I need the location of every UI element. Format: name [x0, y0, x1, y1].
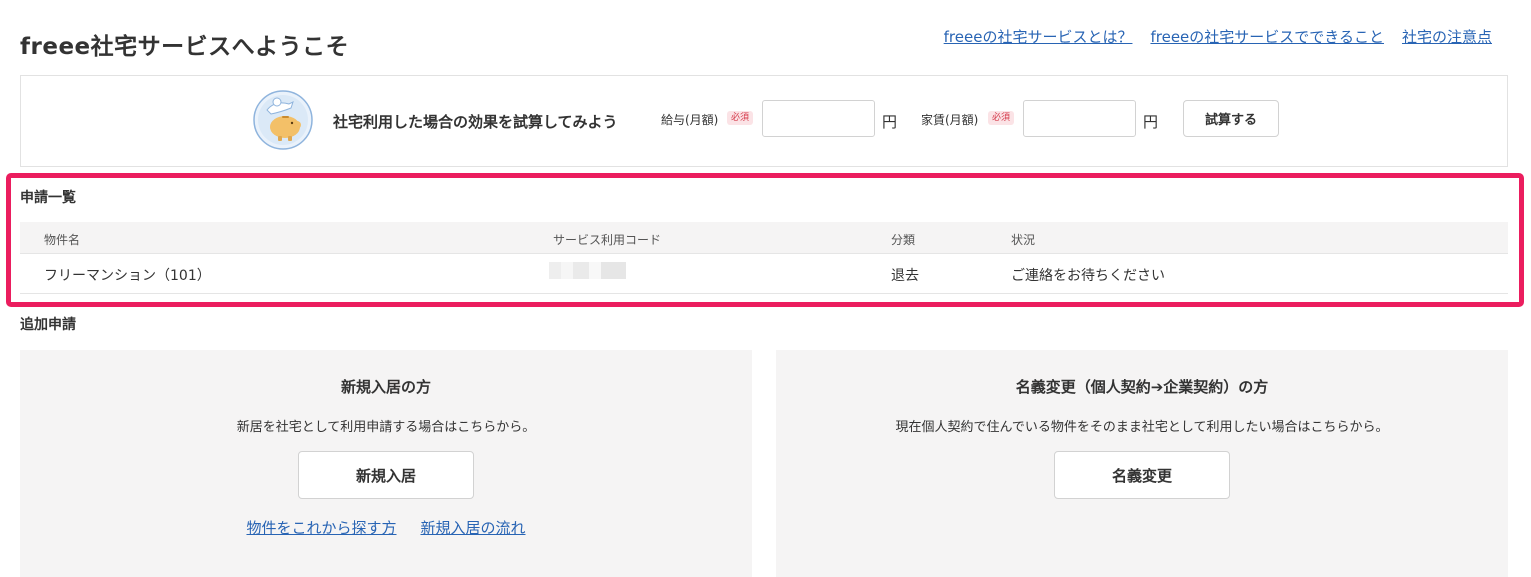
column-status: 状況 — [1011, 233, 1036, 247]
status-value: ご連絡をお待ちください — [1011, 268, 1165, 284]
salary-input[interactable] — [762, 100, 875, 137]
rent-input[interactable] — [1023, 100, 1136, 137]
new-move-in-title: 新規入居の方 — [340, 378, 431, 396]
name-change-button[interactable]: 名義変更 — [1054, 451, 1230, 499]
link-notes[interactable]: 社宅の注意点 — [1402, 26, 1492, 47]
applications-table: 物件名 サービス利用コード 分類 状況 フリーマンション（101） 退去 ご連絡… — [20, 222, 1508, 294]
page: freee社宅サービスへようこそ freeeの社宅サービスとは？ freeeの社… — [0, 0, 1531, 577]
page-title: freee社宅サービスへようこそ — [20, 34, 350, 60]
header-links: freeeの社宅サービスとは？ freeeの社宅サービスでできること 社宅の注意… — [944, 26, 1492, 47]
simulator-heading: 社宅利用した場合の効果を試算してみよう — [333, 113, 618, 131]
service-code-redacted — [549, 262, 626, 279]
category-value: 退去 — [891, 268, 919, 284]
calculate-button[interactable]: 試算する — [1183, 100, 1279, 137]
name-change-title: 名義変更（個人契約➔企業契約）の方 — [1015, 378, 1269, 396]
link-about-service[interactable]: freeeの社宅サービスとは？ — [944, 26, 1133, 47]
new-move-in-button[interactable]: 新規入居 — [298, 451, 474, 499]
additional-heading: 追加申請 — [20, 317, 76, 333]
simulator-panel: 社宅利用した場合の効果を試算してみよう 給与(月額) 必須 円 家賃(月額) 必… — [20, 75, 1508, 167]
salary-currency: 円 — [882, 113, 898, 131]
property-name: フリーマンション（101） — [44, 268, 211, 284]
new-move-in-links: 物件をこれから探す方 新規入居の流れ — [20, 517, 752, 538]
column-property: 物件名 — [44, 233, 81, 247]
name-change-card: 名義変更（個人契約➔企業契約）の方 現在個人契約で住んでいる物件をそのまま社宅と… — [776, 350, 1508, 577]
link-find-property[interactable]: 物件をこれから探す方 — [246, 517, 396, 538]
new-move-in-description: 新居を社宅として利用申請する場合はこちらから。 — [236, 420, 536, 435]
new-move-in-card: 新規入居の方 新居を社宅として利用申請する場合はこちらから。 新規入居 物件をこ… — [20, 350, 752, 577]
table-header: 物件名 サービス利用コード 分類 状況 — [20, 222, 1508, 254]
rent-required-badge: 必須 — [988, 111, 1015, 125]
rent-currency: 円 — [1143, 113, 1159, 131]
table-row[interactable]: フリーマンション（101） 退去 ご連絡をお待ちください — [20, 254, 1508, 294]
column-category: 分類 — [891, 233, 916, 247]
piggy-bank-icon — [253, 90, 313, 150]
link-move-in-flow[interactable]: 新規入居の流れ — [421, 517, 526, 538]
salary-label: 給与(月額) — [661, 113, 719, 127]
applications-heading: 申請一覧 — [20, 190, 76, 206]
rent-label: 家賃(月額) — [921, 113, 979, 127]
name-change-description: 現在個人契約で住んでいる物件をそのまま社宅として利用したい場合はこちらから。 — [895, 420, 1389, 435]
column-service-code: サービス利用コード — [553, 233, 662, 247]
salary-required-badge: 必須 — [727, 111, 754, 125]
link-service-features[interactable]: freeeの社宅サービスでできること — [1150, 26, 1384, 47]
